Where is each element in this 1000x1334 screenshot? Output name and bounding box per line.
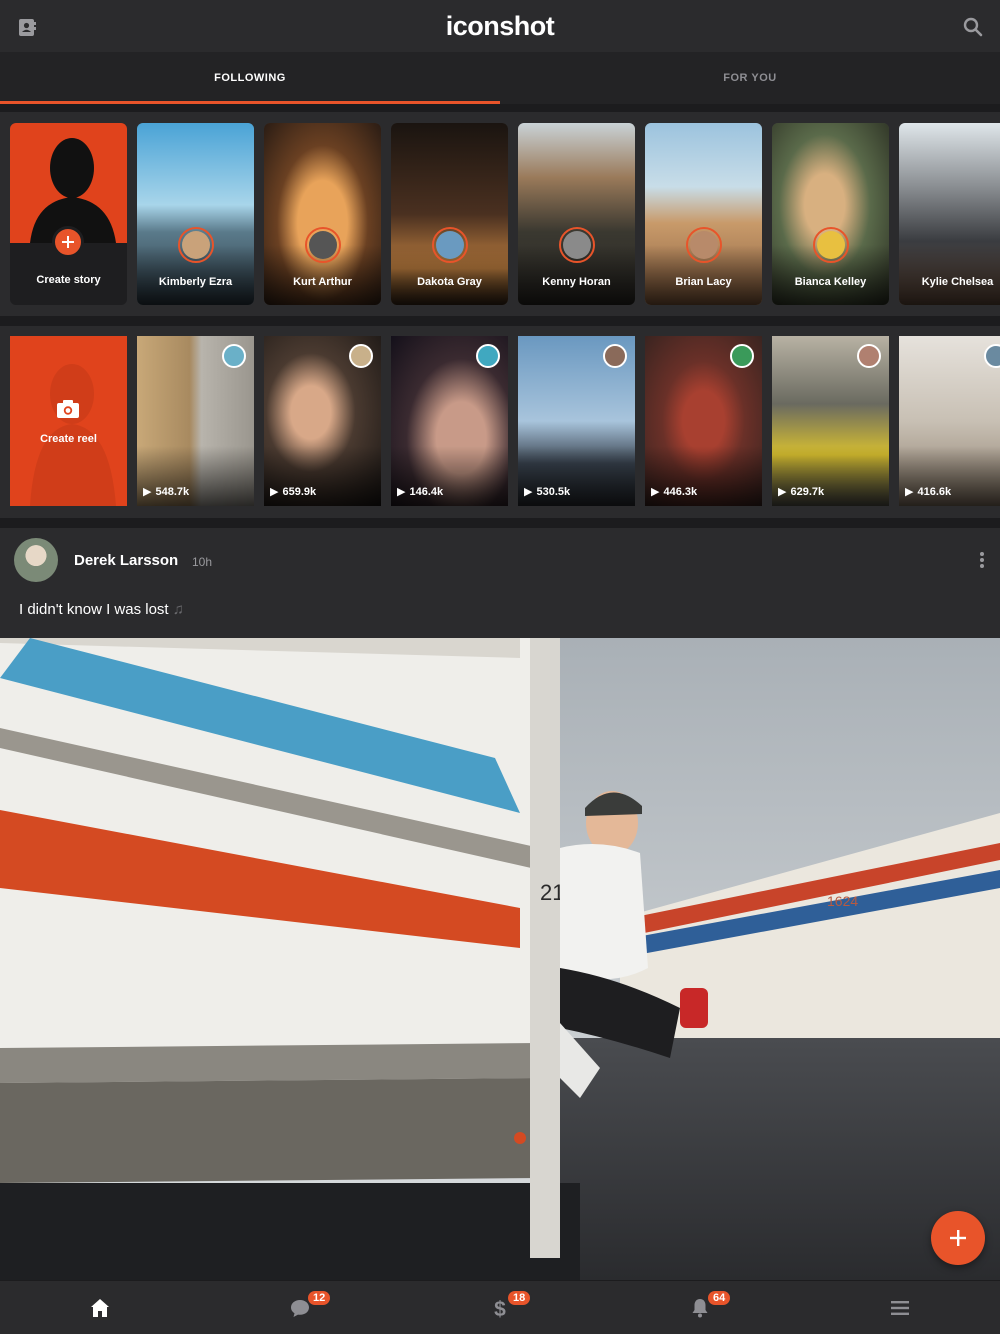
bottom-nav: 12 $ 18 64 xyxy=(0,1280,1000,1334)
messages-badge: 12 xyxy=(306,1289,333,1307)
app-title: iconshot xyxy=(445,10,555,41)
reel-card[interactable]: ▶ 530.5k xyxy=(518,336,635,506)
reel-card[interactable]: ▶ 548.7k xyxy=(137,336,254,506)
stories-strip: Create story Kimberly Ezra Kurt Arthur D… xyxy=(0,112,1000,316)
play-icon: ▶ xyxy=(778,486,787,498)
story-card[interactable]: Bianca Kelley xyxy=(772,123,889,305)
reel-plays: ▶ 146.4k xyxy=(397,485,444,499)
money-badge: 18 xyxy=(506,1289,533,1307)
create-reel-card[interactable]: Create reel xyxy=(10,336,127,506)
play-icon: ▶ xyxy=(524,486,533,498)
reel-plays: ▶ 548.7k xyxy=(143,485,190,499)
feed-post: Derek Larsson 10h I didn't know I was lo… xyxy=(0,528,1000,1280)
story-name: Dakota Gray xyxy=(417,276,482,288)
reel-avatar xyxy=(730,344,754,368)
reel-card[interactable]: ▶ 659.9k xyxy=(264,336,381,506)
reel-avatar xyxy=(857,344,881,368)
story-card[interactable]: Kylie Chelsea xyxy=(899,123,1000,305)
story-card[interactable]: Kurt Arthur xyxy=(264,123,381,305)
play-icon: ▶ xyxy=(143,486,152,498)
create-reel-label: Create reel xyxy=(40,433,97,445)
story-avatar xyxy=(304,227,341,263)
reel-avatar xyxy=(222,344,246,368)
post-author-name[interactable]: Derek Larsson xyxy=(74,552,178,569)
post-photo[interactable]: 1624 21 xyxy=(0,638,1000,1280)
reel-card[interactable]: ▶ 146.4k xyxy=(391,336,508,506)
play-icon: ▶ xyxy=(270,486,279,498)
music-note-icon: ♫ xyxy=(172,601,185,618)
story-card[interactable]: Kenny Horan xyxy=(518,123,635,305)
story-avatar xyxy=(558,227,595,263)
reels-strip: Create reel ▶ 548.7k ▶ 659.9k ▶ 146.4k ▶ 530… xyxy=(0,326,1000,518)
reel-card[interactable]: ▶ 629.7k xyxy=(772,336,889,506)
more-options-icon[interactable] xyxy=(978,550,986,570)
camera-icon xyxy=(57,400,79,418)
reel-avatar xyxy=(349,344,373,368)
menu-icon xyxy=(891,1300,909,1315)
create-reel-photo xyxy=(30,364,116,506)
story-card[interactable]: Kimberly Ezra xyxy=(137,123,254,305)
reel-plays: ▶ 446.3k xyxy=(651,485,698,499)
nav-notifications[interactable]: 64 xyxy=(600,1281,800,1334)
story-name: Bianca Kelley xyxy=(794,276,867,288)
new-post-button[interactable] xyxy=(931,1211,985,1265)
reel-plays: ▶ 416.6k xyxy=(905,485,952,499)
story-card[interactable]: Dakota Gray xyxy=(391,123,508,305)
nav-menu[interactable] xyxy=(800,1281,1000,1334)
play-icon: ▶ xyxy=(397,486,406,498)
post-header: Derek Larsson 10h xyxy=(0,528,1000,592)
reel-plays: ▶ 629.7k xyxy=(778,485,825,499)
story-avatar xyxy=(812,227,849,263)
nav-messages[interactable]: 12 xyxy=(200,1281,400,1334)
play-icon: ▶ xyxy=(651,486,660,498)
svg-text:$: $ xyxy=(494,1298,506,1320)
story-name: Kurt Arthur xyxy=(293,276,352,288)
tab-for-you[interactable]: FOR YOU xyxy=(500,52,1000,104)
nav-home[interactable] xyxy=(0,1281,200,1334)
create-story-photo xyxy=(10,123,127,243)
create-story-label: Create story xyxy=(36,274,101,286)
reel-plays: ▶ 659.9k xyxy=(270,485,317,499)
create-story-card[interactable]: Create story xyxy=(10,123,127,305)
contacts-book-icon[interactable] xyxy=(16,16,38,38)
post-timestamp: 10h xyxy=(192,555,213,569)
nav-money[interactable]: $ 18 xyxy=(400,1281,600,1334)
add-story-button[interactable] xyxy=(52,226,84,258)
notifications-badge: 64 xyxy=(706,1289,733,1307)
story-name: Brian Lacy xyxy=(675,276,732,288)
story-avatar xyxy=(685,227,722,263)
building-number: 1624 xyxy=(827,893,858,909)
reel-card[interactable]: ▶ 446.3k xyxy=(645,336,762,506)
reel-plays: ▶ 530.5k xyxy=(524,485,571,499)
story-name: Kimberly Ezra xyxy=(158,276,233,288)
plus-icon xyxy=(62,236,74,248)
search-icon[interactable] xyxy=(962,16,984,38)
story-name: Kenny Horan xyxy=(542,276,611,288)
story-avatar xyxy=(431,227,468,263)
plus-icon xyxy=(950,1230,966,1246)
reel-avatar xyxy=(476,344,500,368)
reel-avatar xyxy=(603,344,627,368)
tab-following[interactable]: FOLLOWING xyxy=(0,52,500,104)
story-avatar xyxy=(177,227,214,263)
home-icon xyxy=(91,1298,109,1317)
story-name: Kylie Chelsea xyxy=(921,276,994,288)
feed-tabs: FOLLOWING FOR YOU xyxy=(0,52,1000,104)
top-bar: iconshot xyxy=(0,0,1000,52)
story-card[interactable]: Brian Lacy xyxy=(645,123,762,305)
reel-card[interactable]: ▶ 416.6k xyxy=(899,336,1000,506)
play-icon: ▶ xyxy=(905,486,914,498)
post-author-avatar[interactable] xyxy=(14,538,58,582)
post-caption: I didn't know I was lost ♫ xyxy=(19,601,185,618)
